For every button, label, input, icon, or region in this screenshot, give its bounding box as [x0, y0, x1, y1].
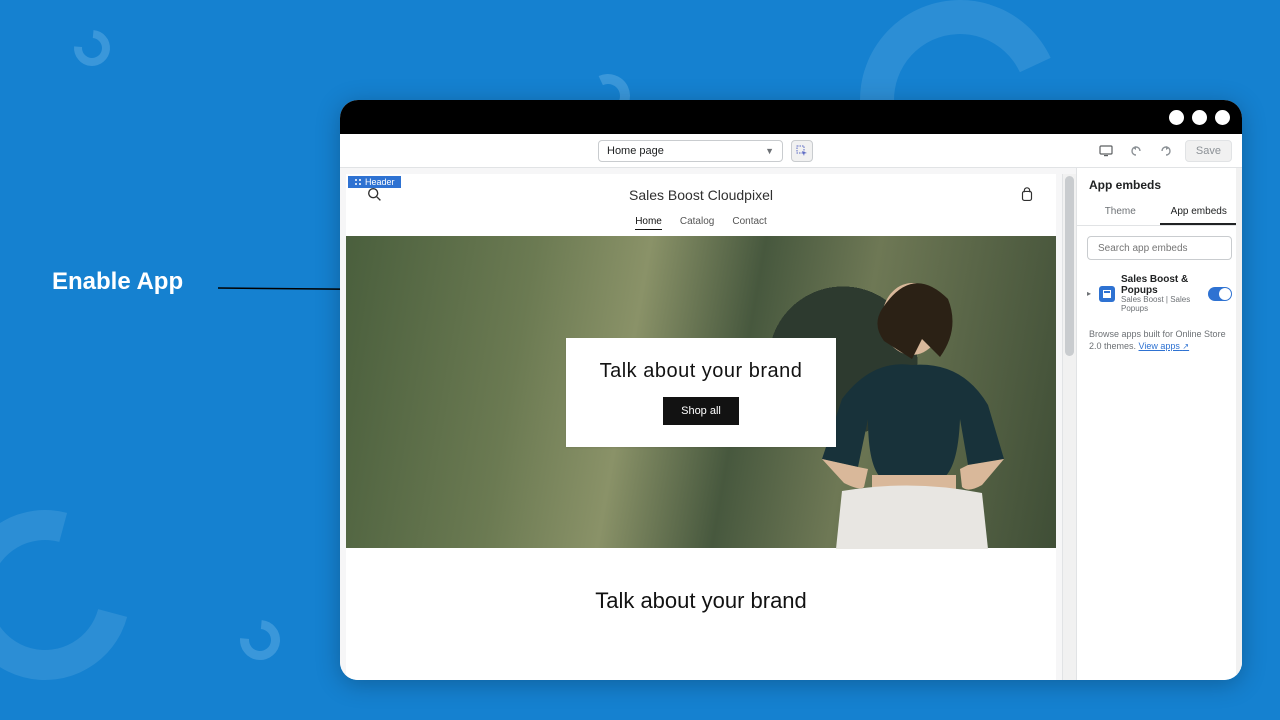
section-2-heading: Talk about your brand: [346, 548, 1056, 654]
cart-icon[interactable]: [1018, 186, 1036, 204]
panel-title: App embeds: [1077, 168, 1242, 200]
external-link-icon: ↗: [1182, 342, 1189, 351]
app-embed-subtitle: Sales Boost | Sales Popups: [1121, 296, 1202, 314]
undo-icon: [1129, 144, 1143, 158]
window-titlebar: [340, 100, 1242, 134]
hero-shop-all-button[interactable]: Shop all: [663, 397, 739, 425]
nav-item-contact[interactable]: Contact: [732, 216, 766, 229]
hero-card: Talk about your brand Shop all: [566, 338, 837, 447]
desktop-icon: [1099, 145, 1113, 157]
page-selector-value: Home page: [607, 145, 664, 157]
annotation-label: Enable App: [52, 268, 183, 296]
editor-toolbar: Home page ▼ Save: [340, 134, 1242, 168]
search-icon[interactable]: [366, 186, 384, 204]
inspector-toggle-button[interactable]: [791, 140, 813, 162]
undo-button[interactable]: [1125, 140, 1147, 162]
chevron-down-icon: ▼: [765, 146, 774, 156]
app-embed-row[interactable]: ▸ Sales Boost & Popups Sales Boost | Sal…: [1077, 270, 1242, 322]
panel-help-text: Browse apps built for Online Store 2.0 t…: [1077, 322, 1242, 359]
store-name: Sales Boost Cloudpixel: [384, 187, 1018, 203]
section-chip-label: Header: [365, 177, 395, 187]
chevron-right-icon: ▸: [1087, 289, 1093, 298]
window-control-dot[interactable]: [1215, 110, 1230, 125]
hero-heading: Talk about your brand: [600, 360, 803, 383]
page-selector[interactable]: Home page ▼: [598, 140, 783, 162]
grip-icon: [354, 178, 362, 186]
browser-window: Home page ▼ Save Header: [340, 100, 1242, 680]
theme-preview-pane: Header Sales Boost Cloudpixel Home Catal…: [340, 168, 1076, 680]
device-desktop-button[interactable]: [1095, 140, 1117, 162]
app-icon: [1099, 286, 1115, 302]
panel-scrollbar[interactable]: [1236, 168, 1242, 680]
app-embed-title: Sales Boost & Popups: [1121, 274, 1202, 296]
hero-section: Talk about your brand Shop all: [346, 236, 1056, 548]
nav-item-home[interactable]: Home: [635, 216, 662, 230]
app-embed-toggle[interactable]: [1208, 287, 1232, 301]
storefront-nav: Home Catalog Contact: [346, 216, 1056, 236]
view-apps-link[interactable]: View apps ↗: [1139, 341, 1190, 351]
bg-decor: [0, 479, 161, 711]
storefront-header: Sales Boost Cloudpixel: [346, 174, 1056, 216]
window-control-dot[interactable]: [1192, 110, 1207, 125]
redo-icon: [1159, 144, 1173, 158]
nav-item-catalog[interactable]: Catalog: [680, 216, 714, 229]
redo-button[interactable]: [1155, 140, 1177, 162]
app-embeds-panel: App embeds Theme App embeds ▸ Sales Boos…: [1076, 168, 1242, 680]
save-button[interactable]: Save: [1185, 140, 1232, 162]
section-chip-header[interactable]: Header: [348, 176, 401, 188]
tab-app-embeds[interactable]: App embeds: [1160, 200, 1239, 225]
bg-decor: [67, 23, 118, 74]
search-input[interactable]: [1098, 243, 1230, 254]
cursor-icon: [796, 145, 808, 157]
preview-scrollbar[interactable]: [1062, 174, 1076, 680]
search-app-embeds[interactable]: [1087, 236, 1232, 260]
tab-theme-settings[interactable]: Theme: [1081, 200, 1160, 225]
bg-decor: [232, 612, 288, 668]
window-control-dot[interactable]: [1169, 110, 1184, 125]
